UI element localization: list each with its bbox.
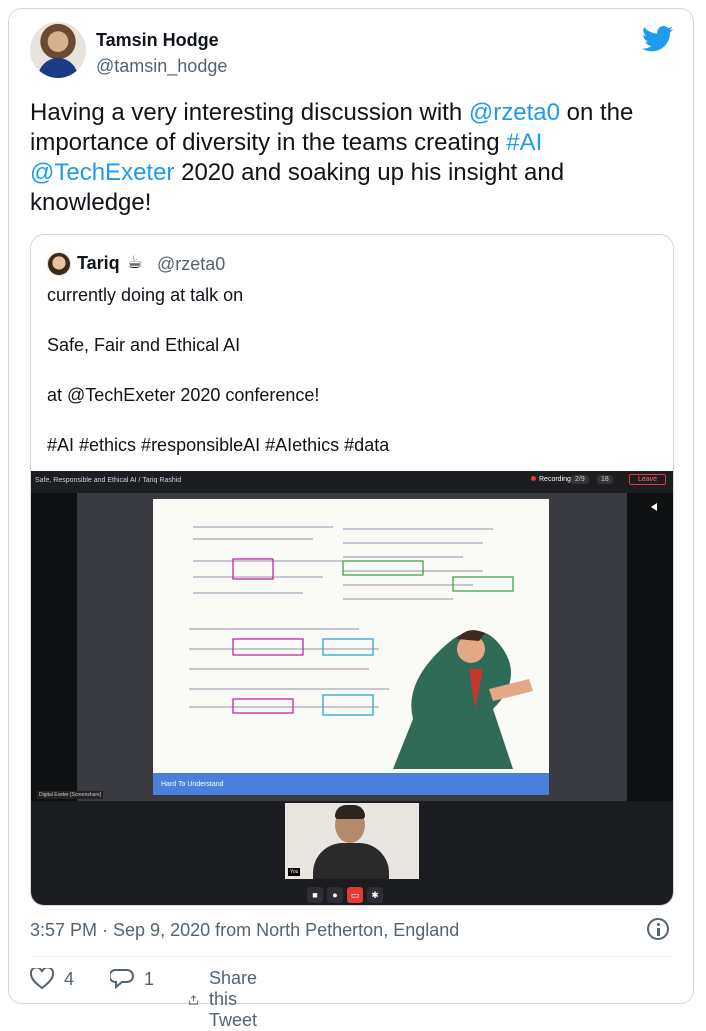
play-icon (651, 503, 657, 511)
quoted-text-line: #AI #ethics #responsibleAI #AIethics #da… (47, 435, 390, 455)
coffee-icon: ☕ (127, 252, 144, 272)
share-icon (188, 994, 199, 1005)
session-title: Safe, Responsible and Ethical AI / Tariq… (35, 477, 182, 484)
participants-count: 2/9 (571, 475, 589, 484)
mention-link[interactable]: @TechExeter (30, 159, 174, 186)
reply-button[interactable]: 1 (110, 968, 154, 990)
quoted-author-handle: @rzeta0 (157, 254, 226, 274)
quoted-media-image[interactable]: Safe, Responsible and Ethical AI / Tariq… (31, 471, 673, 905)
camera-icon: ■ (307, 887, 323, 903)
recording-indicator: Recording (531, 476, 571, 483)
author-handle[interactable]: @tamsin_hodge (96, 56, 227, 77)
quoted-avatar (47, 252, 71, 276)
heart-icon (30, 968, 54, 990)
author-name[interactable]: Tamsin Hodge (96, 30, 219, 51)
reply-bubble-icon (110, 969, 134, 990)
presentation-slide: Hard To Understand (153, 499, 549, 795)
slide-illustration (189, 526, 533, 769)
tweet-segment: Having a very interesting discussion wit… (30, 99, 469, 126)
screenshare-stage: Hard To Understand Digital Exeter [Scree… (31, 493, 673, 801)
like-button[interactable]: 4 (30, 968, 74, 990)
quoted-tweet[interactable]: Tariq ☕ @rzeta0 currently doing at talk … (30, 234, 674, 906)
share-label: Share this Tweet (208, 968, 258, 1030)
reply-count: 1 (144, 968, 155, 989)
quoted-text-line: Safe, Fair and Ethical AI (47, 335, 241, 355)
tweet-timestamp[interactable]: 3:57 PM · Sep 9, 2020 from North Pethert… (30, 920, 459, 941)
viewer-count: 18 (597, 475, 613, 484)
slide-caption-bar: Hard To Understand (153, 773, 549, 795)
quoted-author-name: Tariq (77, 253, 120, 273)
tweet-text: Having a very interesting discussion wit… (30, 98, 670, 218)
media-topbar: Safe, Responsible and Ethical AI / Tariq… (31, 471, 673, 491)
quoted-text-line: at @TechExeter 2020 conference! (47, 385, 320, 405)
screenshare-label: Digital Exeter [Screenshare] (37, 791, 104, 799)
mention-link[interactable]: @rzeta0 (469, 99, 560, 126)
author-avatar[interactable] (30, 22, 86, 78)
twitter-bird-icon[interactable] (642, 26, 674, 52)
settings-gear-icon: ✱ (367, 887, 383, 903)
speaker-video: You (285, 803, 419, 879)
microphone-icon: ● (327, 887, 343, 903)
quoted-text-line: currently doing at talk on (47, 285, 244, 305)
slide-caption: Hard To Understand (161, 781, 224, 788)
hashtag-link[interactable]: #AI (506, 129, 542, 156)
share-button[interactable]: Share this Tweet (188, 968, 270, 1031)
like-count: 4 (64, 968, 75, 989)
call-controls: ■ ● ▭ ✱ (307, 885, 387, 903)
screenshare-icon: ▭ (347, 887, 363, 903)
info-icon[interactable] (647, 918, 669, 940)
leave-button: Leave (629, 474, 667, 485)
divider (30, 956, 674, 957)
video-self-label: You (288, 868, 301, 876)
